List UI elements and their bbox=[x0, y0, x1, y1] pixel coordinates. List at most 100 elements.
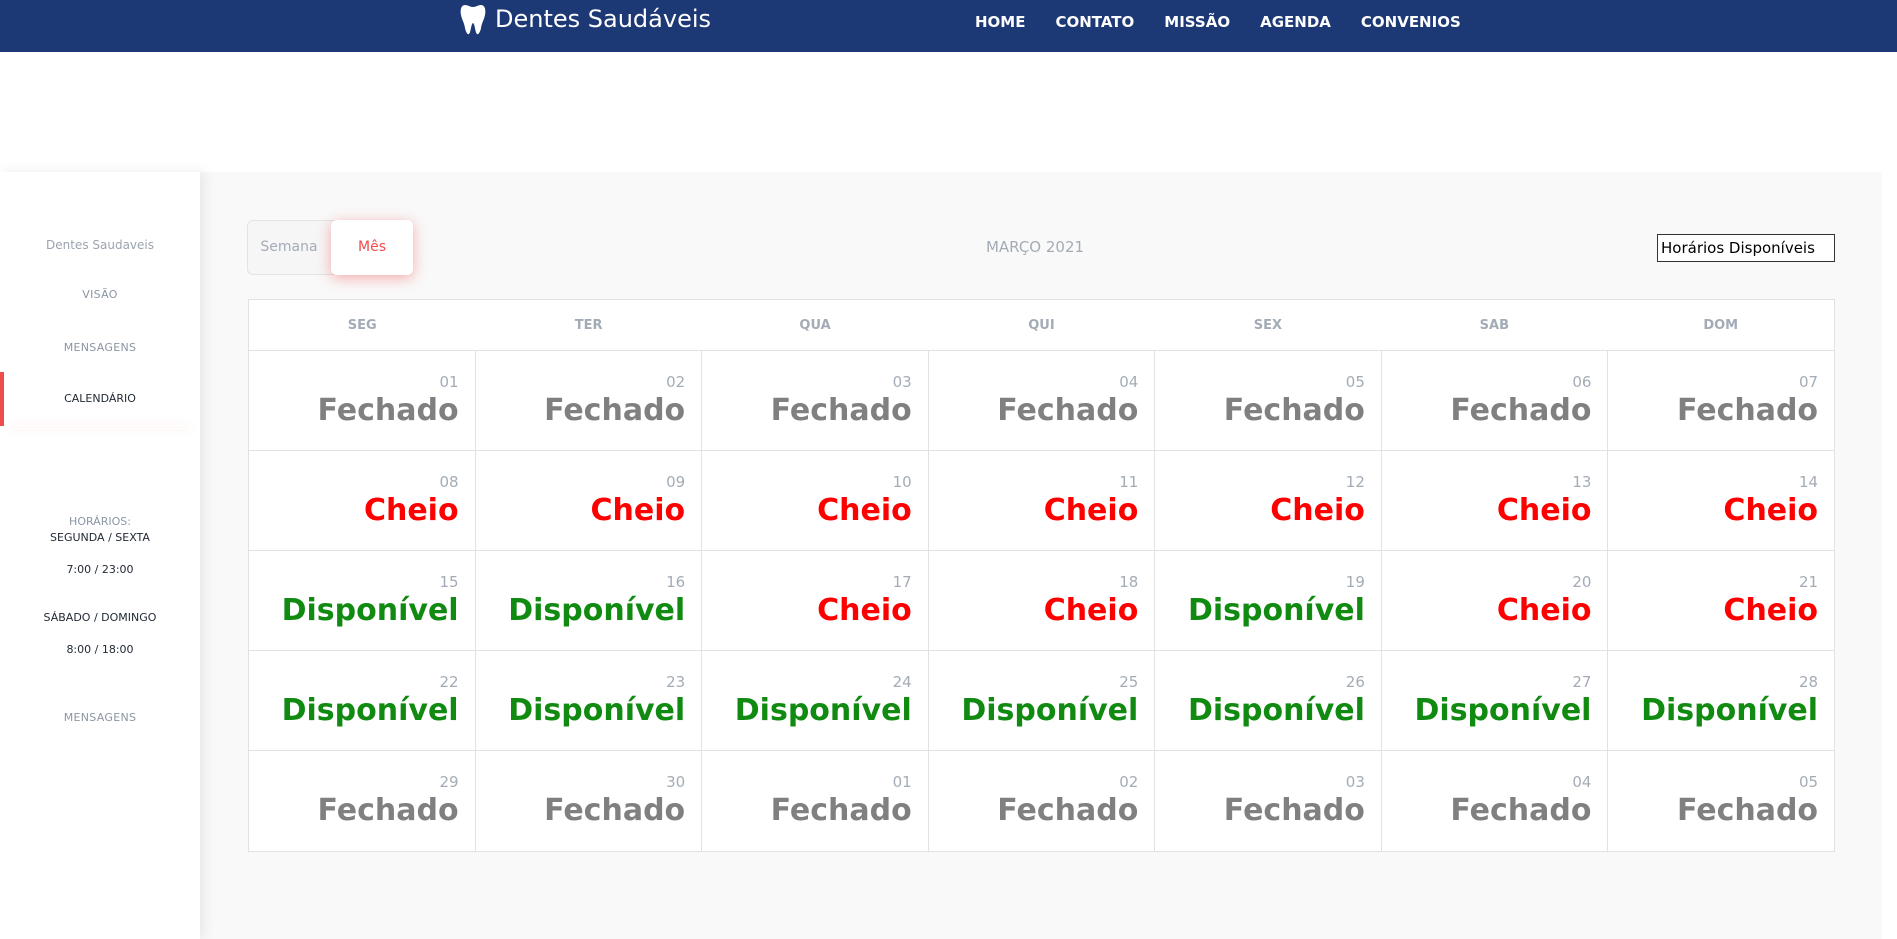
calendar-day-cell[interactable]: 11 Cheio bbox=[929, 451, 1156, 550]
day-status: Cheio bbox=[363, 493, 459, 528]
weekday-header: QUA bbox=[799, 318, 831, 333]
calendar-day-cell[interactable]: 21 Cheio bbox=[1608, 551, 1834, 650]
day-status: Fechado bbox=[1450, 793, 1592, 828]
calendar-day-cell[interactable]: 03 Fechado bbox=[1155, 751, 1382, 851]
calendar-week-row: 08 Cheio 09 Cheio 10 Cheio 11 Cheio 12 Cheio 13 Che… bbox=[249, 451, 1834, 551]
nav-convenios[interactable]: CONVENIOS bbox=[1361, 11, 1461, 33]
calendar-day-cell[interactable]: 09 Cheio bbox=[476, 451, 703, 550]
day-status: Fechado bbox=[1223, 393, 1365, 428]
day-number: 04 bbox=[1119, 373, 1139, 391]
toggle-week-button[interactable]: Semana bbox=[248, 221, 330, 274]
calendar-day-cell[interactable]: 30 Fechado bbox=[476, 751, 703, 851]
calendar-day-cell[interactable]: 26 Disponível bbox=[1155, 651, 1382, 750]
top-navbar: Dentes Saudáveis HOME CONTATO MISSÃO AGE… bbox=[0, 0, 1897, 52]
day-number: 12 bbox=[1345, 473, 1365, 491]
day-status: Fechado bbox=[770, 793, 912, 828]
calendar-day-cell[interactable]: 10 Cheio bbox=[702, 451, 929, 550]
calendar-day-cell[interactable]: 07 Fechado bbox=[1608, 351, 1834, 450]
day-number: 11 bbox=[1119, 473, 1139, 491]
day-number: 01 bbox=[439, 373, 459, 391]
month-title: MARÇO 2021 bbox=[985, 238, 1085, 256]
calendar-day-cell[interactable]: 08 Cheio bbox=[249, 451, 476, 550]
calendar-day-cell[interactable]: 06 Fechado bbox=[1382, 351, 1609, 450]
calendar-day-cell[interactable]: 05 Fechado bbox=[1608, 751, 1834, 851]
calendar-day-cell[interactable]: 15 Disponível bbox=[249, 551, 476, 650]
weekday-header: TER bbox=[574, 318, 603, 333]
calendar: SEG TER QUA QUI SEX SAB DOM 01 Fechado 02 F… bbox=[248, 299, 1835, 852]
day-number: 01 bbox=[892, 773, 912, 791]
day-status: Fechado bbox=[544, 793, 686, 828]
calendar-day-cell[interactable]: 27 Disponível bbox=[1382, 651, 1609, 750]
day-number: 22 bbox=[439, 673, 459, 691]
day-status: Fechado bbox=[1450, 393, 1592, 428]
hours-weekdays-time: 7:00 / 23:00 bbox=[66, 563, 134, 576]
calendar-day-cell[interactable]: 24 Disponível bbox=[702, 651, 929, 750]
nav-agenda[interactable]: AGENDA bbox=[1260, 11, 1331, 33]
calendar-week-row: 01 Fechado 02 Fechado 03 Fechado 04 Fechado 05 Fe… bbox=[249, 351, 1834, 451]
calendar-day-cell[interactable]: 29 Fechado bbox=[249, 751, 476, 851]
sidebar-item-mensagens-bottom[interactable]: MENSAGENS bbox=[0, 711, 200, 724]
sidebar-item-mensagens[interactable]: MENSAGENS bbox=[0, 341, 200, 354]
day-status: Fechado bbox=[1223, 793, 1365, 828]
day-number: 05 bbox=[1798, 773, 1819, 791]
calendar-day-cell[interactable]: 22 Disponível bbox=[249, 651, 476, 750]
nav-links: HOME CONTATO MISSÃO AGENDA CONVENIOS bbox=[975, 11, 1491, 33]
calendar-day-cell[interactable]: 18 Cheio bbox=[929, 551, 1156, 650]
toggle-month-button[interactable]: Mês bbox=[331, 220, 413, 275]
calendar-day-cell[interactable]: 25 Disponível bbox=[929, 651, 1156, 750]
day-status: Fechado bbox=[770, 393, 912, 428]
day-number: 25 bbox=[1119, 673, 1139, 691]
day-status: Disponível bbox=[1414, 693, 1592, 728]
calendar-day-cell[interactable]: 28 Disponível bbox=[1608, 651, 1834, 750]
weekday-header: SEG bbox=[347, 318, 377, 333]
brand-name: Dentes Saudáveis bbox=[495, 5, 711, 33]
day-status: Fechado bbox=[317, 793, 459, 828]
calendar-day-cell[interactable]: 05 Fechado bbox=[1155, 351, 1382, 450]
day-status: Cheio bbox=[590, 493, 686, 528]
day-status: Fechado bbox=[317, 393, 459, 428]
sidebar-item-visao[interactable]: VISÃO bbox=[0, 288, 200, 301]
calendar-day-cell[interactable]: 13 Cheio bbox=[1382, 451, 1609, 550]
day-number: 29 bbox=[439, 773, 459, 791]
day-number: 02 bbox=[1119, 773, 1139, 791]
calendar-day-cell[interactable]: 17 Cheio bbox=[702, 551, 929, 650]
day-number: 27 bbox=[1572, 673, 1592, 691]
day-status: Cheio bbox=[1723, 593, 1819, 628]
day-status: Cheio bbox=[1043, 493, 1139, 528]
brand-link[interactable]: Dentes Saudáveis bbox=[459, 2, 711, 36]
nav-missao[interactable]: MISSÃO bbox=[1164, 11, 1230, 33]
view-toggle: Semana Mês bbox=[247, 220, 413, 275]
weekday-header: SEX bbox=[1253, 318, 1283, 333]
day-number: 23 bbox=[666, 673, 686, 691]
day-number: 28 bbox=[1798, 673, 1819, 691]
day-number: 06 bbox=[1572, 373, 1592, 391]
day-number: 03 bbox=[1345, 773, 1365, 791]
calendar-week-row: 15 Disponível 16 Disponível 17 Cheio 18 Cheio 19… bbox=[249, 551, 1834, 651]
calendar-day-cell[interactable]: 01 Fechado bbox=[249, 351, 476, 450]
calendar-day-cell[interactable]: 04 Fechado bbox=[929, 351, 1156, 450]
calendar-day-cell[interactable]: 02 Fechado bbox=[476, 351, 703, 450]
day-status: Cheio bbox=[817, 493, 912, 528]
day-number: 21 bbox=[1798, 573, 1819, 591]
day-number: 07 bbox=[1798, 373, 1819, 391]
hours-weekdays: SEGUNDA / SEXTA bbox=[50, 531, 150, 544]
day-status: Disponível bbox=[734, 693, 912, 728]
calendar-day-cell[interactable]: 02 Fechado bbox=[929, 751, 1156, 851]
calendar-day-cell[interactable]: 20 Cheio bbox=[1382, 551, 1609, 650]
nav-home[interactable]: HOME bbox=[975, 11, 1025, 33]
calendar-body: 01 Fechado 02 Fechado 03 Fechado 04 Fechado 05 Fe… bbox=[249, 351, 1834, 851]
calendar-day-cell[interactable]: 23 Disponível bbox=[476, 651, 703, 750]
calendar-day-cell[interactable]: 16 Disponível bbox=[476, 551, 703, 650]
calendar-day-cell[interactable]: 03 Fechado bbox=[702, 351, 929, 450]
sidebar-item-calendario[interactable]: CALENDÁRIO bbox=[0, 372, 200, 426]
day-number: 15 bbox=[439, 573, 459, 591]
calendar-day-cell[interactable]: 04 Fechado bbox=[1382, 751, 1609, 851]
day-status: Fechado bbox=[1676, 793, 1819, 828]
calendar-day-cell[interactable]: 14 Cheio bbox=[1608, 451, 1834, 550]
nav-contato[interactable]: CONTATO bbox=[1055, 11, 1134, 33]
day-status: Cheio bbox=[817, 593, 912, 628]
calendar-day-cell[interactable]: 19 Disponível bbox=[1155, 551, 1382, 650]
availability-select[interactable]: Horários Disponíveis bbox=[1657, 234, 1835, 262]
calendar-day-cell[interactable]: 01 Fechado bbox=[702, 751, 929, 851]
calendar-day-cell[interactable]: 12 Cheio bbox=[1155, 451, 1382, 550]
